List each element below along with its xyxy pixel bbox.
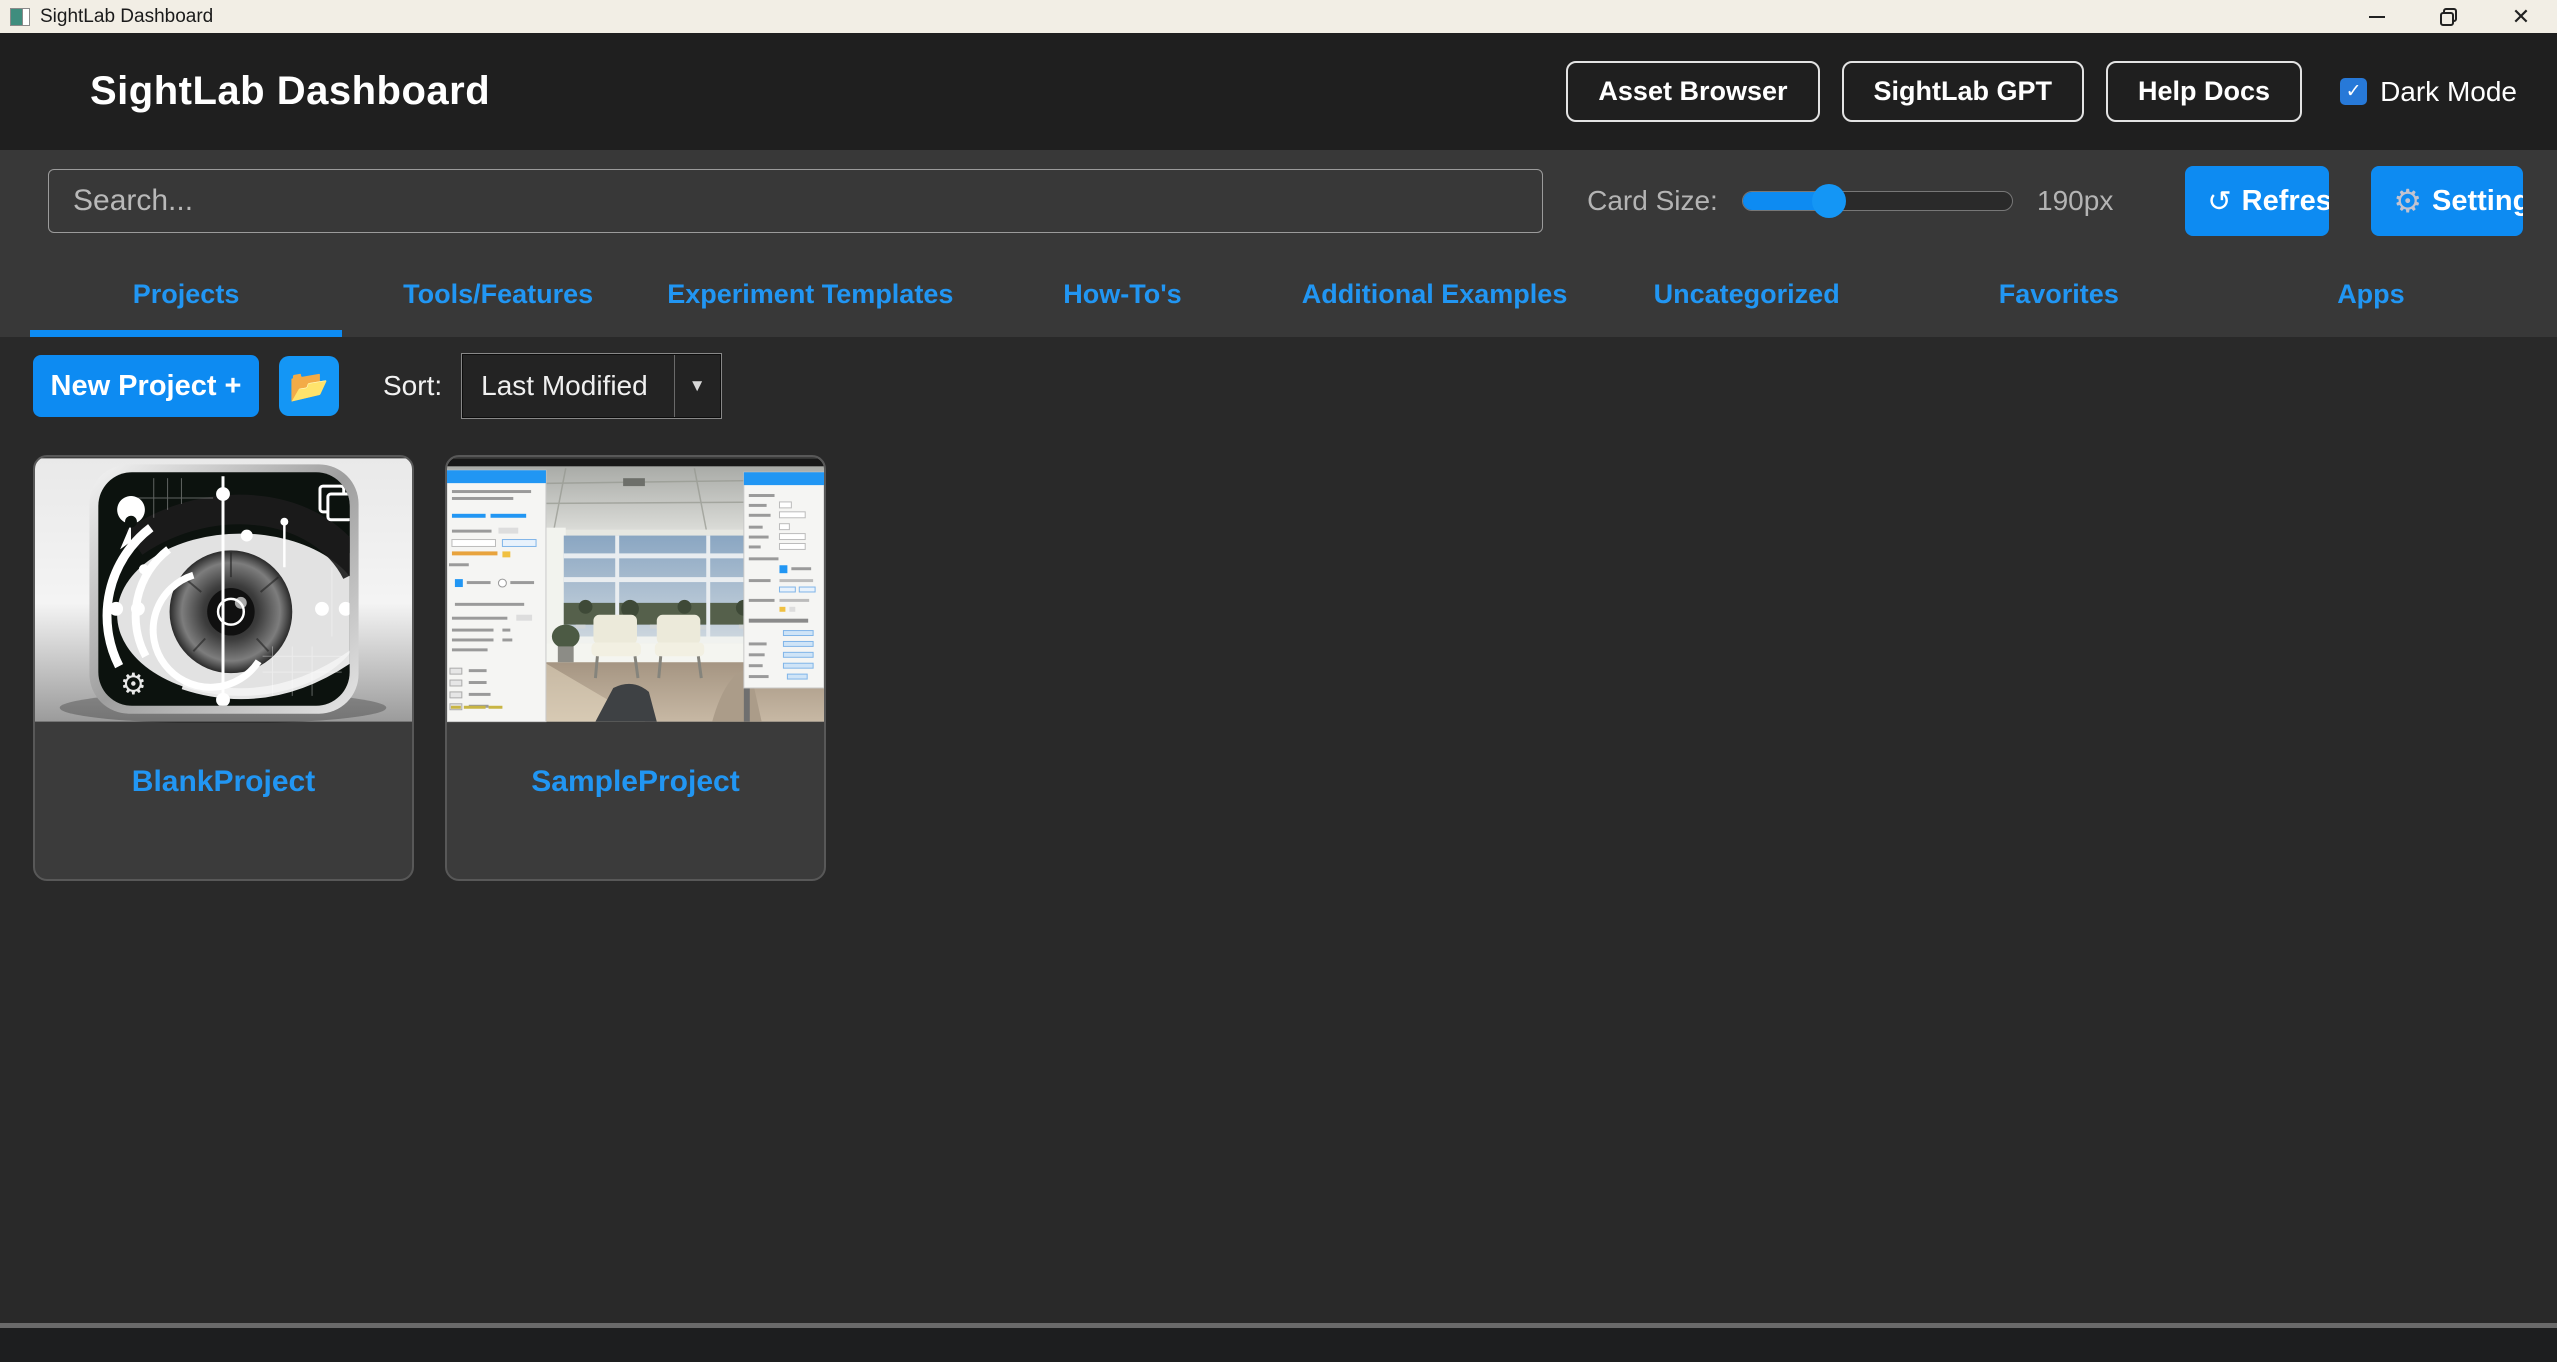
tab-uncategorized[interactable]: Uncategorized xyxy=(1591,252,1903,337)
card-size-slider[interactable] xyxy=(1741,184,2014,218)
header-actions: Asset Browser SightLab GPT Help Docs ✓ D… xyxy=(1566,61,2517,122)
minimize-button[interactable] xyxy=(2341,0,2413,33)
minimize-icon xyxy=(2369,15,2385,18)
sightlab-gpt-button[interactable]: SightLab GPT xyxy=(1841,61,2085,122)
project-name: BlankProject xyxy=(131,765,316,798)
card-size-value: 190px xyxy=(2037,185,2114,216)
blankproject-thumbnail: ⚙ xyxy=(35,458,412,723)
card-size-label: Card Size: xyxy=(1587,185,1718,216)
settings-button[interactable]: ⚙ Settings xyxy=(2371,166,2524,236)
overlay-caption xyxy=(450,705,503,709)
footer-bar xyxy=(0,1328,2557,1362)
tab-how-tos[interactable]: How-To's xyxy=(966,252,1278,337)
project-name: SampleProject xyxy=(531,765,740,798)
project-card-grid: ⚙ BlankProject SampleProject xyxy=(33,455,2557,881)
left-panel xyxy=(447,469,547,723)
search-controls-row: Card Size: 190px ↺ Refresh ⚙ Settings xyxy=(0,150,2557,252)
app-window: SightLab Dashboard ✕ SightLab Dashboard … xyxy=(0,0,2557,1362)
dark-mode-checkbox[interactable]: ✓ xyxy=(2340,78,2368,105)
sort-dropdown[interactable]: Last Modified ▼ xyxy=(461,353,722,419)
close-icon: ✕ xyxy=(2511,3,2531,29)
sort-arrow-box: ▼ xyxy=(673,355,720,417)
project-card-blankproject[interactable]: ⚙ BlankProject xyxy=(33,455,414,881)
app-icon xyxy=(10,7,30,26)
tab-additional-examples[interactable]: Additional Examples xyxy=(1279,252,1591,337)
sort-label: Sort: xyxy=(383,370,443,401)
slider-thumb[interactable] xyxy=(1811,184,1846,218)
new-project-button[interactable]: New Project + xyxy=(33,355,259,417)
asset-browser-button[interactable]: Asset Browser xyxy=(1566,61,1820,122)
restore-button[interactable] xyxy=(2413,0,2485,33)
tab-tools-features[interactable]: Tools/Features xyxy=(342,252,654,337)
close-button[interactable]: ✕ xyxy=(2485,0,2557,33)
restore-icon xyxy=(2440,7,2457,26)
project-card-sampleproject[interactable]: SampleProject xyxy=(445,455,826,881)
os-titlebar: SightLab Dashboard ✕ xyxy=(0,0,2557,33)
project-action-row: New Project + 📂 Sort: Last Modified ▼ xyxy=(33,353,2557,419)
search-input[interactable] xyxy=(48,169,1544,233)
dark-mode-toggle: ✓ Dark Mode xyxy=(2340,76,2517,108)
dark-mode-label: Dark Mode xyxy=(2380,75,2517,107)
right-panel xyxy=(743,471,824,689)
chevron-down-icon: ▼ xyxy=(688,376,706,395)
titlebar-left: SightLab Dashboard xyxy=(0,6,2341,28)
check-icon: ✓ xyxy=(2345,81,2362,102)
sampleproject-thumbnail xyxy=(447,458,824,723)
refresh-button[interactable]: ↺ Refresh xyxy=(2185,166,2330,236)
gear-icon: ⚙ xyxy=(2393,183,2423,219)
refresh-icon: ↺ xyxy=(2207,185,2232,218)
help-docs-button[interactable]: Help Docs xyxy=(2106,61,2303,122)
app-header: SightLab Dashboard Asset Browser SightLa… xyxy=(0,33,2557,150)
tab-projects[interactable]: Projects xyxy=(30,252,343,337)
tab-apps[interactable]: Apps xyxy=(2215,252,2527,337)
page-title: SightLab Dashboard xyxy=(90,69,491,113)
sort-selected-value: Last Modified xyxy=(481,370,648,401)
tab-experiment-templates[interactable]: Experiment Templates xyxy=(654,252,966,337)
settings-label: Settings xyxy=(2432,184,2524,217)
open-folder-button[interactable]: 📂 xyxy=(279,356,339,416)
main-content: New Project + 📂 Sort: Last Modified ▼ ⚙ … xyxy=(0,337,2557,1323)
folder-icon: 📂 xyxy=(289,368,329,404)
window-title: SightLab Dashboard xyxy=(40,5,214,27)
refresh-label: Refresh xyxy=(2241,184,2330,217)
tab-favorites[interactable]: Favorites xyxy=(1903,252,2215,337)
gear-glyph: ⚙ xyxy=(120,668,147,701)
category-tabbar: Projects Tools/Features Experiment Templ… xyxy=(0,252,2557,337)
